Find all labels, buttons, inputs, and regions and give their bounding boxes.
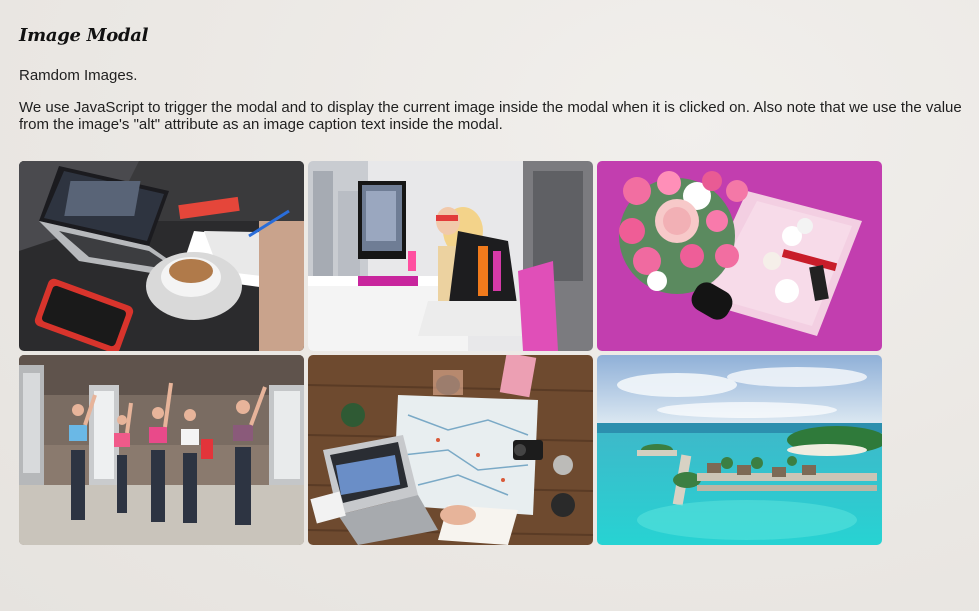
image-gallery	[19, 161, 883, 545]
map-and-laptop-photo	[308, 355, 593, 545]
gallery-image-map-laptop[interactable]	[308, 355, 593, 545]
page-subtitle: Ramdom Images.	[19, 67, 138, 84]
page-description: We use JavaScript to trigger the modal a…	[19, 99, 962, 133]
roses-and-cosmetics-photo	[597, 161, 882, 351]
gallery-image-tropical-island[interactable]	[597, 355, 882, 545]
woman-at-computer-photo	[308, 161, 593, 351]
gallery-image-roses[interactable]	[597, 161, 882, 351]
tropical-island-photo	[597, 355, 882, 545]
gallery-image-laptop-coffee[interactable]	[19, 161, 304, 351]
laptop-coffee-desk-photo	[19, 161, 304, 351]
fitness-group-photo	[19, 355, 304, 545]
page-title: Image Modal	[19, 25, 149, 46]
gallery-image-woman-computer[interactable]	[308, 161, 593, 351]
page-content: Image Modal Ramdom Images. We use JavaSc…	[19, 0, 979, 133]
gallery-image-fitness[interactable]	[19, 355, 304, 545]
